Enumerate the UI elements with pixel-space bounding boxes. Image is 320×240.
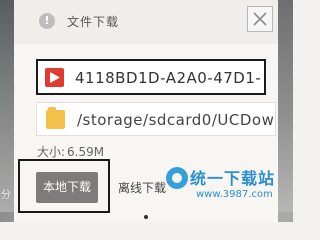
file-name-field[interactable]: 4118BD1D-A2A0-47D1- (36, 59, 266, 95)
close-button[interactable] (247, 6, 273, 32)
local-download-button[interactable]: 本地下载 (36, 172, 98, 203)
file-name-text: 4118BD1D-A2A0-47D1- (75, 69, 262, 87)
save-path-text: /storage/sdcard0/UCDow (77, 111, 275, 129)
file-size-label: 大小: (37, 145, 66, 159)
dialog-title: 文件下载 (67, 15, 120, 29)
offline-download-button[interactable]: 离线下载 (118, 179, 166, 196)
watermark-logo-icon (166, 167, 188, 189)
dialog-header: ! 文件下载 (14, 0, 278, 44)
site-watermark: 统一下载站 www.3987.com (164, 163, 292, 213)
file-size: 大小: 6.59M (37, 143, 106, 160)
watermark-url: www.3987.com (196, 189, 273, 200)
file-size-value: 6.59M (67, 145, 105, 159)
background-text: 分 (1, 190, 11, 201)
download-dialog: ! 文件下载 4118BD1D-A2A0-47D1- /storage/sdca… (14, 0, 278, 222)
close-icon (253, 12, 267, 26)
video-file-icon (45, 68, 64, 87)
info-circle-icon: ! (39, 13, 55, 29)
watermark-text: 统一下载站 (190, 169, 276, 188)
folder-icon (46, 107, 65, 129)
save-path-field[interactable]: /storage/sdcard0/UCDow (36, 102, 276, 136)
scroll-handle (144, 215, 148, 219)
